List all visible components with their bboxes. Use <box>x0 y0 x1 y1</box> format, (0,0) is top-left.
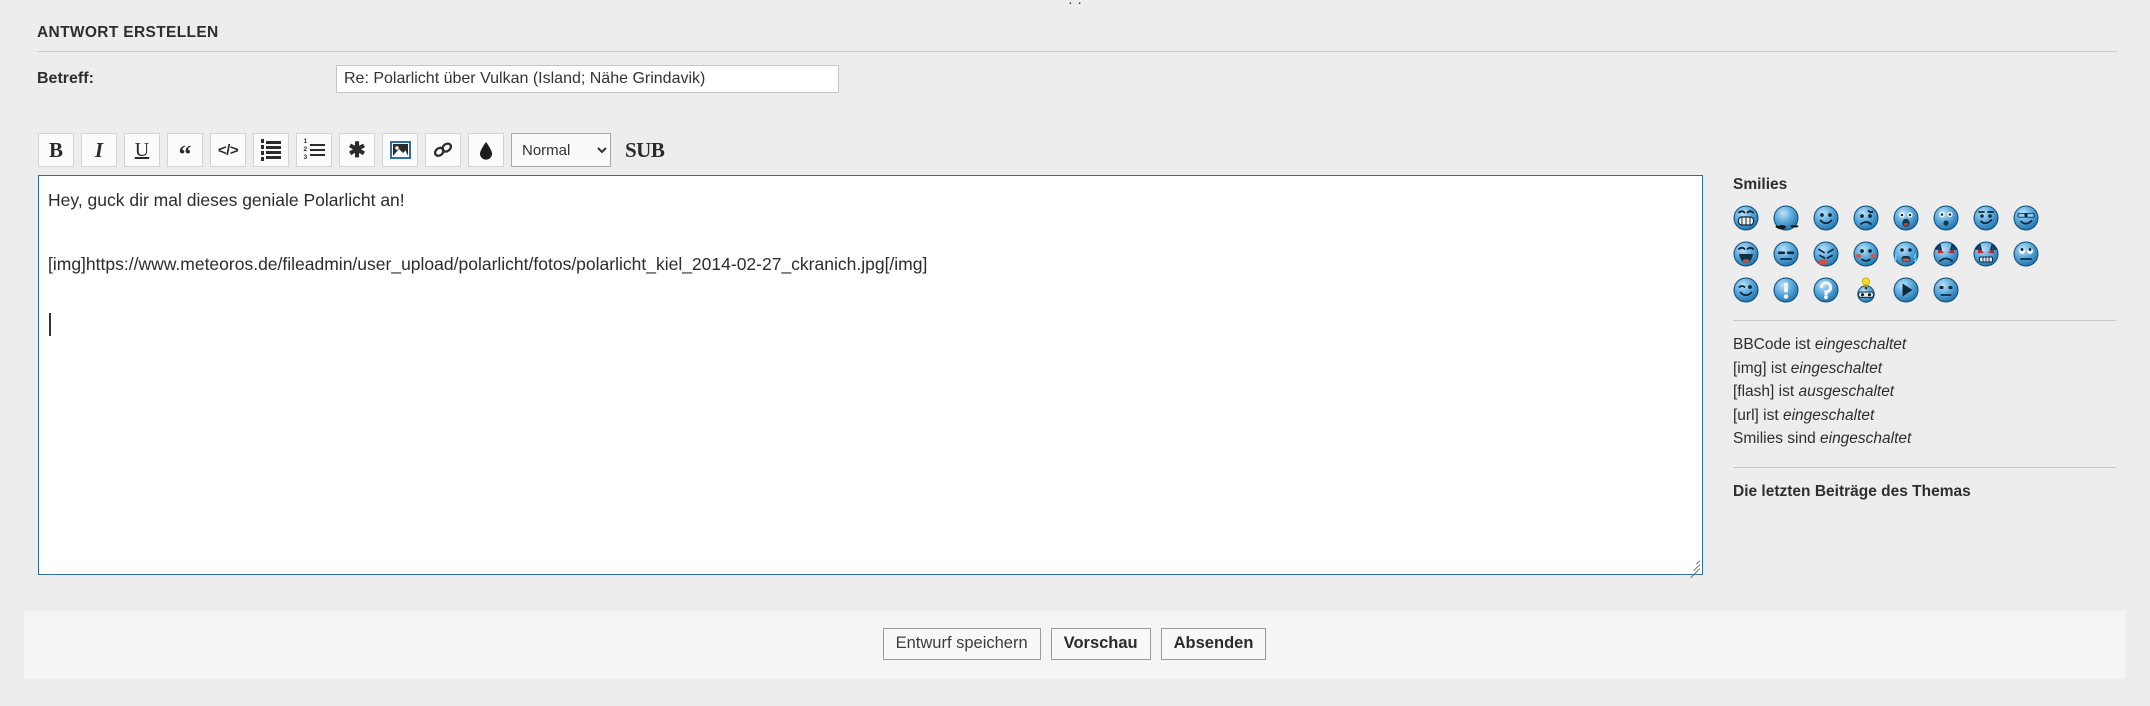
text-caret <box>49 313 51 336</box>
sidebar: Smilies BBCode ist eingeschaltet [img] is… <box>1733 176 2116 501</box>
smiley-sad-icon[interactable] <box>1853 205 1879 231</box>
sidebar-divider-1 <box>1733 320 2116 321</box>
message-textarea[interactable]: Hey, guck dir mal dieses geniale Polarli… <box>38 175 1703 575</box>
bbcode-status-value: eingeschaltet <box>1814 336 1907 353</box>
submit-button[interactable]: Absenden <box>1160 628 1267 661</box>
reply-form-page: · · ANTWORT ERSTELLEN Betreff: B I U “ <… <box>0 0 2150 706</box>
smiley-wink-icon[interactable] <box>1733 277 1759 303</box>
subject-input[interactable] <box>336 65 839 93</box>
smiley-wink-side-icon[interactable] <box>1973 205 1999 231</box>
header-divider <box>37 51 2117 52</box>
color-button[interactable] <box>468 133 504 167</box>
quote-button[interactable]: “ <box>167 133 203 170</box>
list-ordered-button[interactable]: 123 <box>296 133 332 167</box>
bbcode-status-label: [flash] ist <box>1733 383 1799 400</box>
bbcode-status-line-2: [img] ist eingeschaltet <box>1733 357 2116 381</box>
droplet-icon <box>479 141 493 160</box>
smiley-shocked-icon[interactable] <box>1893 205 1919 231</box>
list-unordered-icon <box>260 139 282 161</box>
smilies-grid <box>1733 205 2116 303</box>
font-size-select[interactable]: Normal <box>511 133 611 167</box>
bbcode-status-value: ausgeschaltet <box>1798 383 1895 400</box>
bbcode-status-label: [img] ist <box>1733 359 1791 377</box>
smiley-arrow-icon[interactable] <box>1893 277 1919 303</box>
bbcode-status-line-3: [flash] ist ausgeschaltet <box>1733 380 2116 404</box>
smiley-exclaim-icon[interactable] <box>1773 277 1799 303</box>
smilies-row-3 <box>1733 277 2116 303</box>
list-ordered-icon: 123 <box>303 138 325 163</box>
subject-label: Betreff: <box>37 70 94 87</box>
smiley-blush-icon[interactable] <box>1853 241 1879 267</box>
link-button[interactable] <box>425 133 461 167</box>
save-draft-button[interactable]: Entwurf speichern <box>882 628 1041 661</box>
smiley-surprised-icon[interactable] <box>1933 205 1959 231</box>
smiley-question-icon[interactable] <box>1813 277 1839 303</box>
image-button[interactable] <box>382 133 418 167</box>
message-area-wrapper: Hey, guck dir mal dieses geniale Polarli… <box>38 175 1703 579</box>
bbcode-status-label: BBCode ist <box>1733 336 1815 353</box>
smiley-neutral-icon[interactable] <box>1773 241 1799 267</box>
footer-button-group: Entwurf speichern Vorschau Absenden <box>24 628 2125 661</box>
code-button[interactable]: </> <box>210 133 246 167</box>
subscript-button[interactable]: SUB <box>625 138 665 163</box>
bbcode-toolbar: B I U “ </> 123 ✱ Normal SUB <box>38 132 1703 168</box>
italic-button[interactable]: I <box>81 133 117 167</box>
bbcode-status-line-5: Smilies sind eingeschaltet <box>1733 427 2116 451</box>
smiley-rolleyes-icon[interactable] <box>1773 205 1799 231</box>
list-unordered-button[interactable] <box>253 133 289 167</box>
sidebar-divider-2 <box>1733 466 2116 468</box>
smiley-idea-icon[interactable] <box>1853 277 1879 303</box>
underline-button[interactable]: U <box>124 133 160 167</box>
preview-button[interactable]: Vorschau <box>1050 628 1151 661</box>
bbcode-status-label: [url] ist <box>1733 406 1783 424</box>
image-icon <box>389 141 411 159</box>
asterisk-button[interactable]: ✱ <box>339 133 375 167</box>
cut-off-top-text: · · <box>0 0 2150 4</box>
smiley-grin-icon[interactable] <box>1733 205 1759 231</box>
smilies-row-1 <box>1733 205 2116 231</box>
section-header: ANTWORT ERSTELLEN <box>37 24 2117 52</box>
smiley-confused-icon[interactable] <box>1933 277 1959 303</box>
bold-button[interactable]: B <box>38 133 74 167</box>
link-icon <box>432 141 454 159</box>
page-title: ANTWORT ERSTELLEN <box>37 24 219 41</box>
bbcode-status-value: eingeschaltet <box>1820 430 1912 447</box>
bbcode-status-line-4: [url] ist eingeschaltet <box>1733 404 2116 428</box>
bbcode-status-label: Smilies sind <box>1733 430 1820 447</box>
smiley-cry-icon[interactable] <box>1893 241 1919 267</box>
smiley-cool-icon[interactable] <box>2013 205 2039 231</box>
recent-posts-title: Die letzten Beiträge des Themas <box>1733 482 1971 500</box>
smiley-smile-icon[interactable] <box>1813 205 1839 231</box>
smiley-tongue-icon[interactable] <box>1813 241 1839 267</box>
smilies-title: Smilies <box>1733 176 1788 193</box>
smiley-rolling-icon[interactable] <box>2013 241 2039 267</box>
smiley-twisted-icon[interactable] <box>1973 241 1999 267</box>
smiley-evil-icon[interactable] <box>1933 241 1959 267</box>
smiley-laugh-icon[interactable] <box>1733 241 1759 267</box>
footer-panel: Entwurf speichern Vorschau Absenden <box>24 611 2125 679</box>
editor-column: B I U “ </> 123 ✱ Normal SUB Hey, guck d… <box>38 132 1703 579</box>
bbcode-status-value: eingeschaltet <box>1790 359 1883 377</box>
bbcode-status-line-1: BBCode ist eingeschaltet <box>1733 333 2116 357</box>
smilies-row-2 <box>1733 241 2116 267</box>
bbcode-status-value: eingeschaltet <box>1782 406 1875 424</box>
bbcode-status-list: BBCode ist eingeschaltet [img] ist einges… <box>1733 333 2116 451</box>
asterisk-icon: ✱ <box>348 138 366 162</box>
quote-icon: “ <box>178 140 192 170</box>
subject-row: Betreff: <box>37 65 839 93</box>
